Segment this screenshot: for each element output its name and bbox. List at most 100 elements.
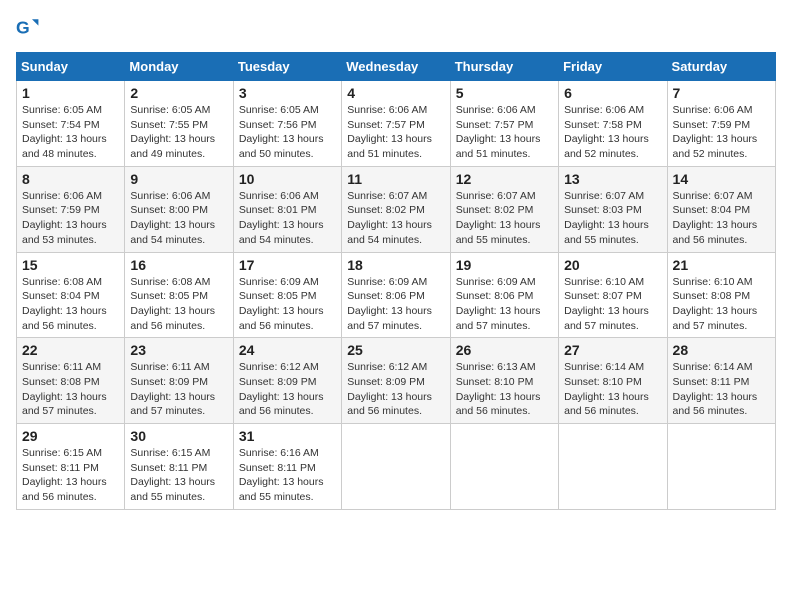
day-info: Sunrise: 6:07 AM Sunset: 8:04 PM Dayligh… <box>673 189 770 248</box>
calendar-week-row: 22 Sunrise: 6:11 AM Sunset: 8:08 PM Dayli… <box>17 338 776 424</box>
day-number: 9 <box>130 171 227 187</box>
day-number: 6 <box>564 85 661 101</box>
day-number: 12 <box>456 171 553 187</box>
calendar-day-cell: 31Sunrise: 6:16 AM Sunset: 8:11 PM Dayli… <box>233 424 341 510</box>
svg-text:G: G <box>16 18 30 38</box>
day-info: Sunrise: 6:07 AM Sunset: 8:02 PM Dayligh… <box>456 189 553 248</box>
calendar-day-cell: 20Sunrise: 6:10 AM Sunset: 8:07 PM Dayli… <box>559 252 667 338</box>
day-info: Sunrise: 6:11 AM Sunset: 8:08 PM Dayligh… <box>22 360 119 419</box>
calendar-day-cell: 21 Sunrise: 6:10 AM Sunset: 8:08 PM Dayli… <box>667 252 775 338</box>
day-number: 22 <box>22 342 119 358</box>
day-info: Sunrise: 6:08 AM Sunset: 8:04 PM Dayligh… <box>22 275 119 334</box>
day-info: Sunrise: 6:06 AM Sunset: 7:57 PM Dayligh… <box>456 103 553 162</box>
day-number: 27 <box>564 342 661 358</box>
calendar-day-cell: 8 Sunrise: 6:06 AM Sunset: 7:59 PM Daylig… <box>17 166 125 252</box>
day-number: 15 <box>22 257 119 273</box>
day-info: Sunrise: 6:05 AM Sunset: 7:56 PM Dayligh… <box>239 103 336 162</box>
day-info: Sunrise: 6:11 AM Sunset: 8:09 PM Dayligh… <box>130 360 227 419</box>
calendar-day-cell: 7 Sunrise: 6:06 AM Sunset: 7:59 PM Daylig… <box>667 81 775 167</box>
calendar-day-cell <box>667 424 775 510</box>
calendar-day-cell: 11 Sunrise: 6:07 AM Sunset: 8:02 PM Dayli… <box>342 166 450 252</box>
calendar-day-cell: 29Sunrise: 6:15 AM Sunset: 8:11 PM Dayli… <box>17 424 125 510</box>
day-info: Sunrise: 6:05 AM Sunset: 7:54 PM Dayligh… <box>22 103 119 162</box>
calendar-week-row: 29Sunrise: 6:15 AM Sunset: 8:11 PM Dayli… <box>17 424 776 510</box>
day-info: Sunrise: 6:15 AM Sunset: 8:11 PM Dayligh… <box>22 446 119 505</box>
calendar-day-cell: 19Sunrise: 6:09 AM Sunset: 8:06 PM Dayli… <box>450 252 558 338</box>
calendar-day-cell: 12 Sunrise: 6:07 AM Sunset: 8:02 PM Dayli… <box>450 166 558 252</box>
day-info: Sunrise: 6:06 AM Sunset: 7:58 PM Dayligh… <box>564 103 661 162</box>
day-number: 25 <box>347 342 444 358</box>
calendar-header-cell: Friday <box>559 53 667 81</box>
calendar-day-cell: 15 Sunrise: 6:08 AM Sunset: 8:04 PM Dayli… <box>17 252 125 338</box>
calendar-day-cell: 1 Sunrise: 6:05 AM Sunset: 7:54 PM Daylig… <box>17 81 125 167</box>
calendar-day-cell: 24 Sunrise: 6:12 AM Sunset: 8:09 PM Dayli… <box>233 338 341 424</box>
day-info: Sunrise: 6:08 AM Sunset: 8:05 PM Dayligh… <box>130 275 227 334</box>
calendar-day-cell: 23 Sunrise: 6:11 AM Sunset: 8:09 PM Dayli… <box>125 338 233 424</box>
calendar-day-cell: 22 Sunrise: 6:11 AM Sunset: 8:08 PM Dayli… <box>17 338 125 424</box>
day-info: Sunrise: 6:09 AM Sunset: 8:06 PM Dayligh… <box>347 275 444 334</box>
day-info: Sunrise: 6:06 AM Sunset: 7:59 PM Dayligh… <box>673 103 770 162</box>
calendar-day-cell <box>342 424 450 510</box>
day-number: 28 <box>673 342 770 358</box>
day-info: Sunrise: 6:06 AM Sunset: 8:01 PM Dayligh… <box>239 189 336 248</box>
calendar-day-cell: 14 Sunrise: 6:07 AM Sunset: 8:04 PM Dayli… <box>667 166 775 252</box>
day-info: Sunrise: 6:06 AM Sunset: 7:57 PM Dayligh… <box>347 103 444 162</box>
calendar-header-cell: Monday <box>125 53 233 81</box>
day-number: 16 <box>130 257 227 273</box>
day-number: 4 <box>347 85 444 101</box>
calendar-day-cell: 18Sunrise: 6:09 AM Sunset: 8:06 PM Dayli… <box>342 252 450 338</box>
day-info: Sunrise: 6:06 AM Sunset: 7:59 PM Dayligh… <box>22 189 119 248</box>
day-info: Sunrise: 6:10 AM Sunset: 8:08 PM Dayligh… <box>673 275 770 334</box>
page-header: G <box>16 16 776 40</box>
calendar-day-cell: 5 Sunrise: 6:06 AM Sunset: 7:57 PM Daylig… <box>450 81 558 167</box>
logo-icon: G <box>16 16 40 40</box>
logo: G <box>16 16 44 40</box>
calendar-header-cell: Sunday <box>17 53 125 81</box>
calendar-week-row: 8 Sunrise: 6:06 AM Sunset: 7:59 PM Daylig… <box>17 166 776 252</box>
calendar-week-row: 15 Sunrise: 6:08 AM Sunset: 8:04 PM Dayli… <box>17 252 776 338</box>
day-number: 8 <box>22 171 119 187</box>
calendar-header-cell: Wednesday <box>342 53 450 81</box>
day-number: 20 <box>564 257 661 273</box>
day-info: Sunrise: 6:06 AM Sunset: 8:00 PM Dayligh… <box>130 189 227 248</box>
day-number: 13 <box>564 171 661 187</box>
day-number: 14 <box>673 171 770 187</box>
day-number: 24 <box>239 342 336 358</box>
calendar-header-row: SundayMondayTuesdayWednesdayThursdayFrid… <box>17 53 776 81</box>
day-info: Sunrise: 6:07 AM Sunset: 8:02 PM Dayligh… <box>347 189 444 248</box>
day-info: Sunrise: 6:09 AM Sunset: 8:05 PM Dayligh… <box>239 275 336 334</box>
day-info: Sunrise: 6:05 AM Sunset: 7:55 PM Dayligh… <box>130 103 227 162</box>
calendar-day-cell: 27 Sunrise: 6:14 AM Sunset: 8:10 PM Dayli… <box>559 338 667 424</box>
calendar-day-cell <box>450 424 558 510</box>
day-info: Sunrise: 6:14 AM Sunset: 8:10 PM Dayligh… <box>564 360 661 419</box>
calendar-week-row: 1 Sunrise: 6:05 AM Sunset: 7:54 PM Daylig… <box>17 81 776 167</box>
calendar-day-cell: 28 Sunrise: 6:14 AM Sunset: 8:11 PM Dayli… <box>667 338 775 424</box>
day-info: Sunrise: 6:12 AM Sunset: 8:09 PM Dayligh… <box>347 360 444 419</box>
day-number: 23 <box>130 342 227 358</box>
day-number: 11 <box>347 171 444 187</box>
day-number: 7 <box>673 85 770 101</box>
calendar-day-cell: 30Sunrise: 6:15 AM Sunset: 8:11 PM Dayli… <box>125 424 233 510</box>
calendar-day-cell: 26Sunrise: 6:13 AM Sunset: 8:10 PM Dayli… <box>450 338 558 424</box>
day-info: Sunrise: 6:13 AM Sunset: 8:10 PM Dayligh… <box>456 360 553 419</box>
calendar-day-cell: 13Sunrise: 6:07 AM Sunset: 8:03 PM Dayli… <box>559 166 667 252</box>
day-number: 3 <box>239 85 336 101</box>
day-number: 21 <box>673 257 770 273</box>
day-info: Sunrise: 6:12 AM Sunset: 8:09 PM Dayligh… <box>239 360 336 419</box>
calendar-header-cell: Saturday <box>667 53 775 81</box>
calendar-day-cell: 17 Sunrise: 6:09 AM Sunset: 8:05 PM Dayli… <box>233 252 341 338</box>
day-number: 1 <box>22 85 119 101</box>
day-info: Sunrise: 6:16 AM Sunset: 8:11 PM Dayligh… <box>239 446 336 505</box>
day-info: Sunrise: 6:14 AM Sunset: 8:11 PM Dayligh… <box>673 360 770 419</box>
calendar-day-cell: 9 Sunrise: 6:06 AM Sunset: 8:00 PM Daylig… <box>125 166 233 252</box>
day-number: 5 <box>456 85 553 101</box>
calendar-table: SundayMondayTuesdayWednesdayThursdayFrid… <box>16 52 776 510</box>
day-number: 10 <box>239 171 336 187</box>
calendar-header-cell: Tuesday <box>233 53 341 81</box>
calendar-header-cell: Thursday <box>450 53 558 81</box>
day-number: 17 <box>239 257 336 273</box>
calendar-body: 1 Sunrise: 6:05 AM Sunset: 7:54 PM Daylig… <box>17 81 776 510</box>
calendar-day-cell: 16 Sunrise: 6:08 AM Sunset: 8:05 PM Dayli… <box>125 252 233 338</box>
day-number: 30 <box>130 428 227 444</box>
calendar-day-cell <box>559 424 667 510</box>
